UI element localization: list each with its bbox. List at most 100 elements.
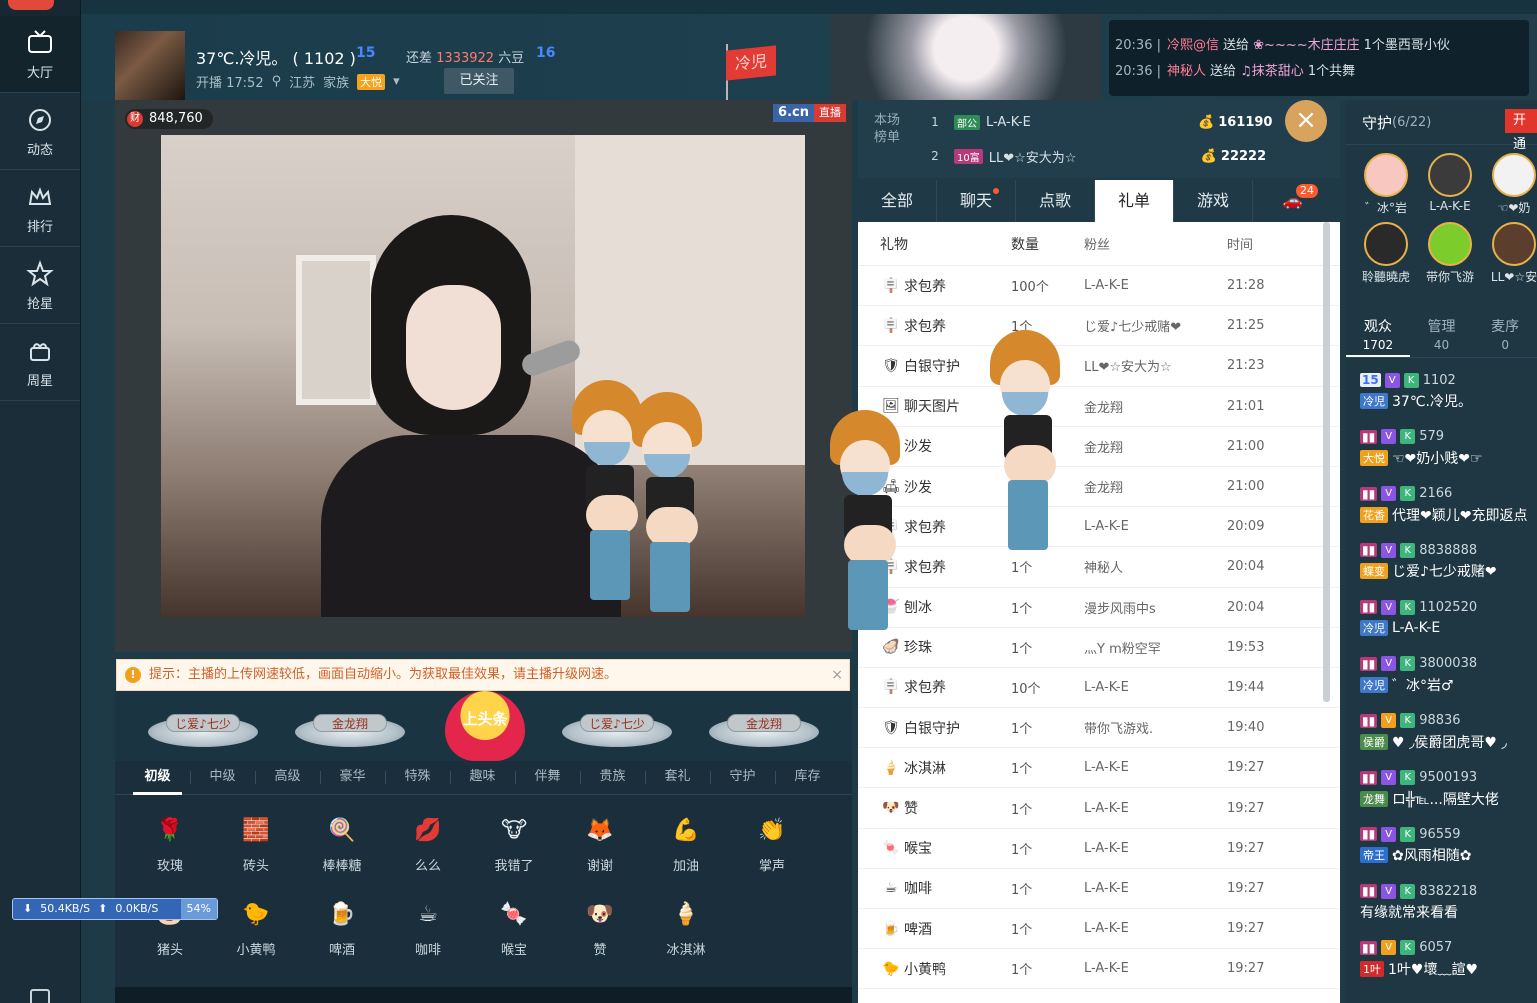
- gift-item[interactable]: 🌹 玫瑰: [127, 811, 213, 881]
- gift-item[interactable]: ☕ 咖啡: [385, 895, 471, 965]
- gift-tab[interactable]: 特殊: [385, 761, 450, 794]
- guard-member[interactable]: L-A-K-E: [1418, 153, 1482, 216]
- fan-name[interactable]: 金龙翔: [1084, 397, 1227, 416]
- audience-item[interactable]: ▮▮ V K 9500193 龙舞 ロ╬℡...隔壁大佬: [1346, 762, 1537, 819]
- fan-name[interactable]: 金龙翔: [1084, 437, 1227, 456]
- audience-item[interactable]: ▮▮ V K 96559 帝王 ✿风雨相随✿: [1346, 818, 1537, 875]
- fan-name[interactable]: L-A-K-E: [1084, 760, 1227, 775]
- audience-item[interactable]: ▮▮ V K 8838888 蝶变 じ爱♪七少戒赌❤: [1346, 534, 1537, 591]
- site-logo[interactable]: [0, 0, 80, 16]
- gift-tab[interactable]: 库存: [775, 761, 840, 794]
- brand-watermark: 6.cn 直播: [773, 104, 846, 122]
- fan-name[interactable]: 带你飞游戏.: [1084, 718, 1227, 737]
- gift-item[interactable]: 💋 么么: [385, 811, 471, 881]
- host-avatar[interactable]: [115, 31, 185, 101]
- gift-tab[interactable]: 套礼: [645, 761, 710, 794]
- coin-icon: 💰: [1200, 148, 1217, 164]
- gift-item[interactable]: 👏 掌声: [729, 811, 815, 881]
- fan-name[interactable]: L-A-K-E: [1084, 921, 1227, 936]
- gift-tab[interactable]: 趣味: [450, 761, 515, 794]
- host-name[interactable]: 37℃.冷児。 ( 1102 ): [196, 45, 356, 69]
- crown-icon: [28, 186, 52, 205]
- follow-button[interactable]: 已关注: [444, 68, 514, 94]
- fan-name[interactable]: L-A-K-E: [1084, 519, 1227, 534]
- close-icon[interactable]: ×: [831, 660, 843, 690]
- tab-games[interactable]: 游戏: [1174, 180, 1253, 222]
- audience-item[interactable]: ▮▮ V K 6057 1叶 1叶♥壞﹏諠♥: [1346, 932, 1537, 989]
- mobile-icon[interactable]: [30, 989, 50, 1003]
- nav-item-weekly-star[interactable]: 周星: [0, 324, 80, 401]
- close-icon[interactable]: ×: [1285, 100, 1327, 142]
- fan-name[interactable]: 神秘人: [1084, 557, 1227, 576]
- guard-member[interactable]: 带你飞游: [1418, 222, 1482, 285]
- nav-item-lobby[interactable]: 大厅: [0, 16, 80, 93]
- tab-chat[interactable]: 聊天: [937, 180, 1016, 222]
- audience-item[interactable]: ▮▮ V K 98836 侯爵 ♥ ◞侯爵团虎哥♥ ◞: [1346, 705, 1537, 762]
- gift-icon: 🍬: [882, 840, 900, 857]
- gift-item[interactable]: 💪 加油: [643, 811, 729, 881]
- headline-podium[interactable]: じ爱♪七少: [148, 696, 258, 751]
- gift-tab[interactable]: 贵族: [580, 761, 645, 794]
- audience-item[interactable]: ▮▮ V K 579 大悦 ☜❤奶小贱❤☞: [1346, 421, 1537, 478]
- gift-item[interactable]: 🍭 棒棒糖: [299, 811, 385, 881]
- gift-item[interactable]: 🍦 冰淇淋: [643, 895, 729, 965]
- k-badge: K: [1403, 372, 1419, 388]
- fan-name[interactable]: L-A-K-E: [1084, 881, 1227, 896]
- fan-name[interactable]: 灬Y m粉空罕: [1084, 638, 1227, 657]
- audience-item[interactable]: ▮▮ V K 1102520 冷児 L-A-K-E: [1346, 591, 1537, 648]
- video-player[interactable]: 财 848,760 6.cn 直播: [115, 100, 852, 652]
- guard-member[interactable]: ☜❤奶: [1482, 153, 1537, 216]
- fan-name[interactable]: L-A-K-E: [1084, 961, 1227, 976]
- guard-member[interactable]: 聆聽曉虎: [1354, 222, 1418, 285]
- audience-item[interactable]: 15 V K 1102 冷児 37℃.冷児。: [1346, 364, 1537, 421]
- audience-item[interactable]: ▮▮ V K 8382218 有缘就常来看看: [1346, 875, 1537, 932]
- fan-name[interactable]: 漫步风雨中s: [1084, 598, 1227, 617]
- headline-button[interactable]: 上头条: [445, 691, 525, 761]
- ranking-label[interactable]: 本场榜单: [874, 112, 904, 146]
- network-speed-widget[interactable]: ⬇ 50.4KB/S ⬆ 0.0KB/S 54%: [12, 898, 218, 920]
- headline-podium[interactable]: じ爱♪七少: [562, 696, 672, 751]
- fan-name[interactable]: L-A-K-E: [1084, 278, 1227, 293]
- gift-item[interactable]: 🐤 小黄鸭: [213, 895, 299, 965]
- fan-name[interactable]: LL❤☆安大为☆: [1084, 356, 1227, 375]
- gift-item[interactable]: 🍺 啤酒: [299, 895, 385, 965]
- gift-item[interactable]: 🐮 我错了: [471, 811, 557, 881]
- fan-name[interactable]: L-A-K-E: [1084, 680, 1227, 695]
- fan-name[interactable]: じ爱♪七少戒赌❤: [1084, 316, 1227, 335]
- chevron-down-icon[interactable]: ▾: [393, 74, 400, 89]
- gift-item[interactable]: 🦊 谢谢: [557, 811, 643, 881]
- headline-podium[interactable]: 金龙翔: [709, 696, 819, 751]
- tab-admins[interactable]: 管理 40: [1410, 310, 1474, 357]
- tab-audience[interactable]: 观众 1702: [1346, 310, 1410, 357]
- gift-item[interactable]: 🍬 喉宝: [471, 895, 557, 965]
- tab-car[interactable]: 🚗 24: [1253, 180, 1332, 222]
- fan-name[interactable]: 金龙翔: [1084, 477, 1227, 496]
- headline-podium[interactable]: 金龙翔: [295, 696, 405, 751]
- open-guard-button[interactable]: 开通: [1505, 109, 1537, 152]
- audience-item[interactable]: ▮▮ V K 2166 花香 代理❤颖儿❤充即返点: [1346, 478, 1537, 535]
- scrollbar[interactable]: [1323, 222, 1330, 702]
- tab-songs[interactable]: 点歌: [1016, 180, 1095, 222]
- gift-item[interactable]: 🧱 砖头: [213, 811, 299, 881]
- audience-item[interactable]: ▮▮ V K 3800038 冷児 ゛冰°岩♂: [1346, 648, 1537, 705]
- gift-tab[interactable]: 守护: [710, 761, 775, 794]
- family-badge[interactable]: 大悦: [357, 73, 386, 90]
- nav-item-feed[interactable]: 动态: [0, 93, 80, 170]
- gift-tab[interactable]: 伴舞: [515, 761, 580, 794]
- tab-all[interactable]: 全部: [858, 180, 937, 222]
- fan-name[interactable]: L-A-K-E: [1084, 801, 1227, 816]
- rank-row[interactable]: 2 10富 LL❤☆安大为☆ 💰 22222: [928, 144, 1328, 168]
- guard-member[interactable]: ゛冰°岩: [1354, 153, 1418, 216]
- guard-member[interactable]: LL❤☆安: [1482, 222, 1537, 285]
- tab-mic-queue[interactable]: 麦序 0: [1473, 310, 1537, 357]
- rank-row[interactable]: 1 部公 L-A-K-E 💰 161190: [928, 110, 1328, 134]
- gift-item[interactable]: 🐶 赞: [557, 895, 643, 965]
- gift-tab[interactable]: 高级: [255, 761, 320, 794]
- nav-item-grab-star[interactable]: 抢星: [0, 247, 80, 324]
- gift-tab[interactable]: 初级: [125, 761, 190, 795]
- gift-tab[interactable]: 豪华: [320, 761, 385, 794]
- gift-tab[interactable]: 中级: [190, 761, 255, 794]
- nav-item-ranking[interactable]: 排行: [0, 170, 80, 247]
- fan-name[interactable]: L-A-K-E: [1084, 841, 1227, 856]
- tab-gift-list[interactable]: 礼单: [1095, 180, 1174, 222]
